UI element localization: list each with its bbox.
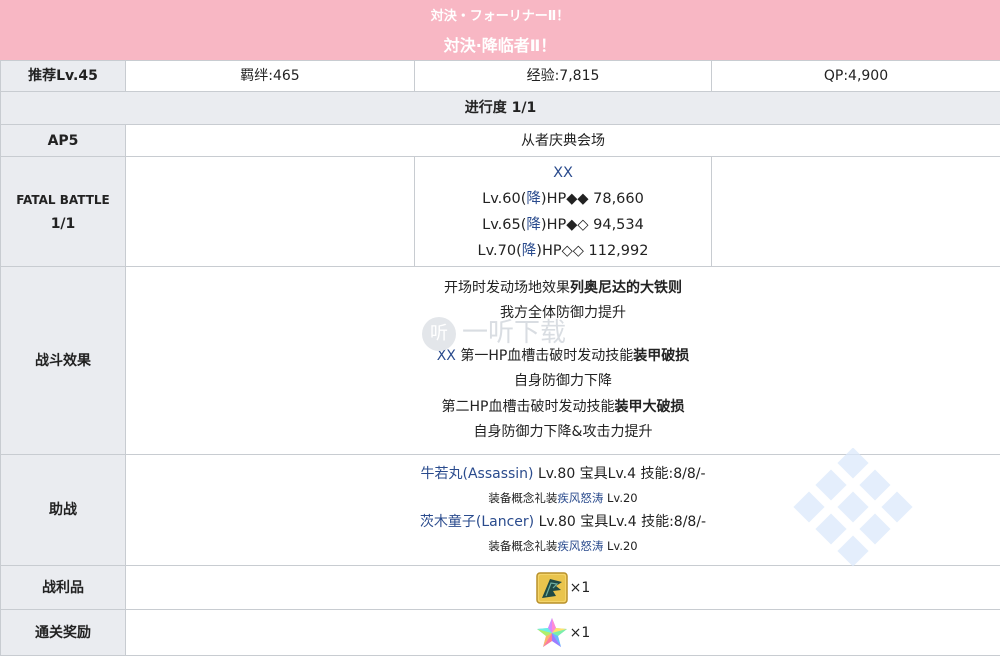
servant-link[interactable]: 茨木童子(Lancer) — [420, 514, 534, 530]
effect-line: XX 第一HP血槽击破时发动技能装甲破损 — [126, 344, 1000, 370]
enemy-level-text: Lv.70( — [478, 243, 522, 259]
ap-label: AP5 — [1, 125, 126, 157]
fatal-battle-title: FATAL BATTLE — [1, 188, 125, 212]
effect-text: 开场时发动场地效果 — [444, 280, 570, 296]
ce-link[interactable]: 疾风怒涛 — [557, 539, 603, 553]
drop-quantity: ×1 — [570, 580, 591, 596]
enemy-level-text: Lv.60( — [482, 191, 526, 207]
support-servant-row: 牛若丸(Assassin) Lv.80 宝具Lv.4 技能:8/8/- — [126, 462, 1000, 486]
ce-level: Lv.20 — [603, 539, 637, 553]
class-link[interactable]: 降 — [522, 243, 537, 259]
servant-link[interactable]: 牛若丸(Assassin) — [420, 466, 533, 482]
servant-info: Lv.80 宝具Lv.4 技能:8/8/- — [534, 466, 706, 482]
effect-text: 第一HP血槽击破时发动技能 — [456, 348, 633, 364]
support-row: 助战 牛若丸(Assassin) Lv.80 宝具Lv.4 技能:8/8/- 装… — [1, 455, 1000, 566]
reward-quantity: ×1 — [570, 625, 591, 641]
quest-subtitle: 対決・フォーリナーⅡ！ — [0, 5, 1000, 24]
stats-row: 推荐Lv.45 羁绊:465 经验:7,815 QP:4,900 — [1, 61, 1000, 92]
class-link[interactable]: 降 — [526, 191, 541, 207]
enemy-hp-text: )HP◇◇ 112,992 — [536, 243, 648, 259]
ce-label: 装备概念礼装 — [488, 491, 557, 505]
rainbow-star-icon[interactable] — [536, 617, 568, 649]
effect-line: 我方全体防御力提升 — [126, 301, 1000, 327]
ce-level: Lv.20 — [603, 491, 637, 505]
fatal-battle-row: FATAL BATTLE 1/1 XX Lv.60(降)HP◆◆ 78,660 … — [1, 157, 1000, 267]
drops-cell: ×1 — [126, 566, 1000, 610]
enemy-name-link[interactable]: XX — [415, 160, 711, 186]
effect-text: 第二HP血槽击破时发动技能 — [442, 399, 615, 415]
bond-value: 羁绊:465 — [126, 61, 415, 92]
reward-cell: ×1 — [126, 610, 1000, 656]
enemy-empty-right — [712, 157, 1000, 267]
enemy-level-row: Lv.65(降)HP◆◇ 94,534 — [415, 212, 711, 238]
enemy-empty-left — [126, 157, 415, 267]
effect-line: 自身防御力下降&攻击力提升 — [126, 420, 1000, 446]
quest-header: 対決・フォーリナーⅡ！ 対決·降临者Ⅱ！ — [0, 0, 1000, 61]
exp-value: 经验:7,815 — [415, 61, 712, 92]
fatal-battle-label: FATAL BATTLE 1/1 — [1, 157, 126, 267]
quest-info-page: 対決・フォーリナーⅡ！ 対決·降临者Ⅱ！ 推荐Lv.45 羁绊:465 经验:7… — [0, 0, 1000, 655]
location-text: 从者庆典会场 — [126, 125, 1000, 157]
effect-line: 开场时发动场地效果列奥尼达的大铁则 — [126, 276, 1000, 302]
effects-label: 战斗效果 — [1, 267, 126, 455]
skill-name: 装甲破损 — [633, 348, 689, 364]
class-link[interactable]: 降 — [526, 217, 541, 233]
enemy-level-row: Lv.60(降)HP◆◆ 78,660 — [415, 186, 711, 212]
servant-info: Lv.80 宝具Lv.4 技能:8/8/- — [534, 514, 706, 530]
quest-table: 推荐Lv.45 羁绊:465 经验:7,815 QP:4,900 进行度 1/1… — [0, 60, 1000, 656]
support-ce-row: 装备概念礼装疾风怒涛 Lv.20 — [126, 486, 1000, 510]
effect-spacer — [126, 327, 1000, 344]
support-servant-row: 茨木童子(Lancer) Lv.80 宝具Lv.4 技能:8/8/- — [126, 510, 1000, 534]
support-label: 助战 — [1, 455, 126, 566]
enemy-level-text: Lv.65( — [482, 217, 526, 233]
reward-row: 通关奖励 ×1 — [1, 610, 1000, 656]
progress-text: 进行度 1/1 — [1, 92, 1000, 125]
drops-label: 战利品 — [1, 566, 126, 610]
reward-label: 通关奖励 — [1, 610, 126, 656]
ce-label: 装备概念礼装 — [488, 539, 557, 553]
support-cell: 牛若丸(Assassin) Lv.80 宝具Lv.4 技能:8/8/- 装备概念… — [126, 455, 1000, 566]
enemy-hp-text: )HP◆◆ 78,660 — [541, 191, 644, 207]
quest-title: 対決·降临者Ⅱ！ — [0, 32, 1000, 56]
support-ce-row: 装备概念礼装疾风怒涛 Lv.20 — [126, 534, 1000, 558]
qp-value: QP:4,900 — [712, 61, 1000, 92]
recommend-level: 推荐Lv.45 — [1, 61, 126, 92]
field-effect-name: 列奥尼达的大铁则 — [570, 280, 682, 296]
enemy-level-row: Lv.70(降)HP◇◇ 112,992 — [415, 238, 711, 264]
effect-line: 自身防御力下降 — [126, 369, 1000, 395]
effect-line: 第二HP血槽击破时发动技能装甲大破损 — [126, 395, 1000, 421]
effects-cell: 开场时发动场地效果列奥尼达的大铁则 我方全体防御力提升 XX 第一HP血槽击破时… — [126, 267, 1000, 455]
ap-row: AP5 从者庆典会场 — [1, 125, 1000, 157]
enemy-hp-text: )HP◆◇ 94,534 — [541, 217, 644, 233]
skill-name: 装甲大破损 — [614, 399, 684, 415]
battle-effects-row: 战斗效果 开场时发动场地效果列奥尼达的大铁则 我方全体防御力提升 XX 第一HP… — [1, 267, 1000, 455]
dark-wing-item-icon[interactable] — [536, 572, 568, 604]
ce-link[interactable]: 疾风怒涛 — [557, 491, 603, 505]
fatal-battle-wave: 1/1 — [1, 212, 125, 236]
enemy-name-link[interactable]: XX — [437, 348, 456, 364]
progress-row: 进行度 1/1 — [1, 92, 1000, 125]
enemy-cell: XX Lv.60(降)HP◆◆ 78,660 Lv.65(降)HP◆◇ 94,5… — [415, 157, 712, 267]
drops-row: 战利品 ×1 — [1, 566, 1000, 610]
